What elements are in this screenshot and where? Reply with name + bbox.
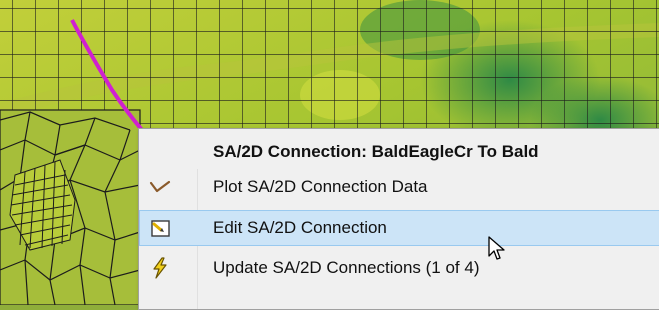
menu-item-label: Edit SA/2D Connection — [213, 218, 387, 237]
menu-item-plot-connection-data[interactable]: Plot SA/2D Connection Data — [139, 169, 659, 205]
profile-plot-icon — [149, 176, 171, 198]
menu-item-label: Update SA/2D Connections (1 of 4) — [213, 258, 480, 277]
edit-connection-icon — [150, 218, 172, 240]
context-menu: SA/2D Connection: BaldEagleCr To Bald Pl… — [138, 128, 659, 310]
menu-item-update-connections[interactable]: Update SA/2D Connections (1 of 4) — [139, 250, 659, 286]
mouse-pointer-icon — [488, 236, 508, 262]
menu-item-label: Plot SA/2D Connection Data — [213, 177, 428, 196]
lightning-icon — [149, 257, 171, 279]
context-menu-header: SA/2D Connection: BaldEagleCr To Bald — [213, 142, 539, 161]
menu-item-edit-connection[interactable]: Edit SA/2D Connection — [139, 210, 659, 246]
